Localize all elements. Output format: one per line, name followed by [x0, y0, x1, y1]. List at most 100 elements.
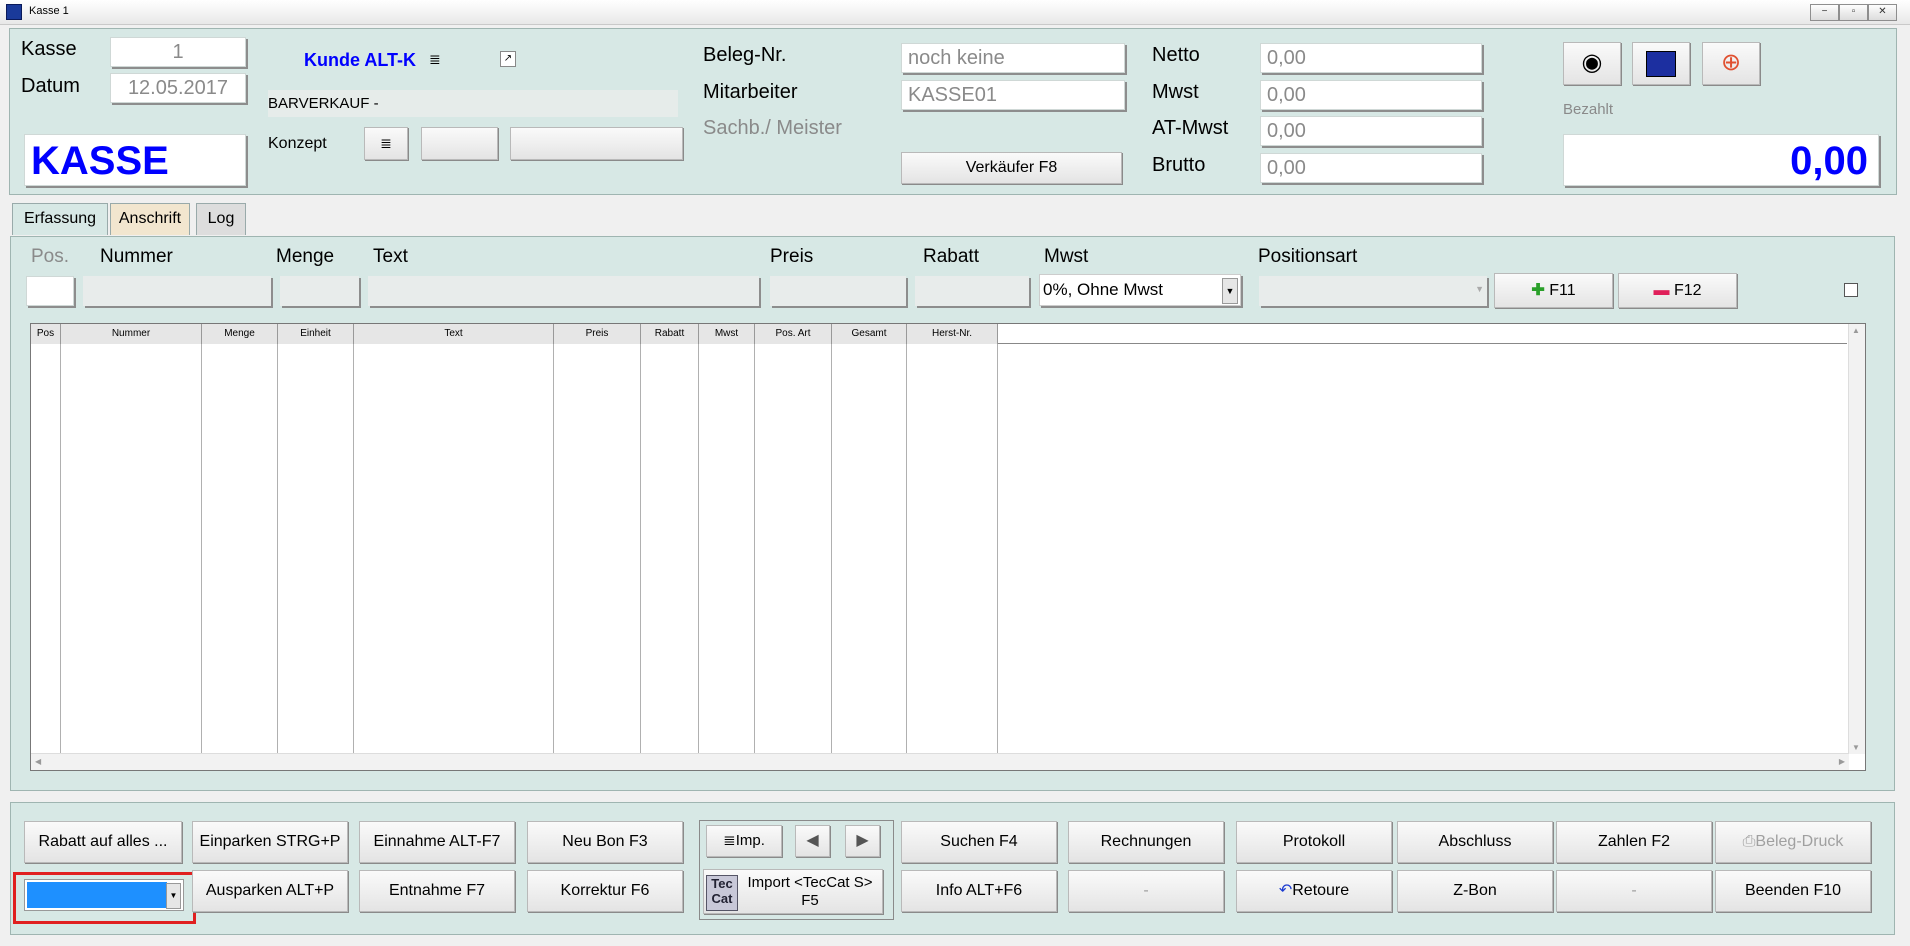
verkaeufer-button[interactable]: Verkäufer F8	[901, 152, 1122, 184]
selection-dropdown[interactable]: ▼	[24, 879, 184, 911]
column-header-menge[interactable]: Menge	[202, 324, 278, 344]
remove-position-label: F12	[1673, 282, 1702, 299]
vertical-scrollbar[interactable]: ▲ ▼	[1848, 324, 1865, 754]
triangle-left-icon: ◀	[806, 832, 819, 849]
scroll-up-icon[interactable]: ▲	[1852, 326, 1860, 335]
konzept-field-2[interactable]	[510, 127, 683, 160]
list-icon: ≣	[723, 832, 736, 849]
edit-icon[interactable]: ↗	[500, 51, 516, 67]
column-header-preis[interactable]: Preis	[554, 324, 641, 344]
undo-icon: ↶	[1278, 882, 1293, 899]
cd-tools-button[interactable]: ◉	[1563, 42, 1621, 85]
column-header-text[interactable]: Text	[354, 324, 554, 344]
rabatt-alles-button[interactable]: Rabatt auf alles ...	[24, 821, 182, 863]
add-position-button[interactable]: ✚ F11	[1494, 273, 1613, 308]
netto-label: Netto	[1152, 44, 1200, 66]
prev-button[interactable]: ◀	[795, 825, 830, 857]
scroll-left-icon[interactable]: ◀	[35, 757, 41, 766]
column-header-gesamt[interactable]: Gesamt	[832, 324, 907, 344]
chevron-down-icon[interactable]: ▼	[1222, 278, 1238, 304]
window-title: Kasse 1	[29, 5, 69, 17]
kunde-label[interactable]: Kunde ALT-K	[304, 50, 416, 71]
column-header-einheit[interactable]: Einheit	[278, 324, 354, 344]
positions-table[interactable]: Pos Nummer Menge Einheit Text Preis Raba…	[30, 323, 1866, 771]
einnahme-button[interactable]: Einnahme ALT-F7	[359, 821, 515, 863]
pos-input[interactable]	[26, 276, 74, 306]
column-header-herstnr[interactable]: Herst-Nr.	[907, 324, 998, 344]
atmwst-label: AT-Mwst	[1152, 117, 1229, 139]
kunde-menu-icon[interactable]: ≣	[429, 51, 441, 68]
preis-input[interactable]	[770, 276, 906, 306]
horizontal-scrollbar[interactable]: ◀ ▶	[31, 753, 1849, 770]
chevron-down-icon[interactable]: ▼	[166, 883, 181, 909]
menge-input[interactable]	[280, 276, 359, 306]
tab-anschrift[interactable]: Anschrift	[110, 203, 190, 235]
nummer-header: Nummer	[100, 246, 173, 267]
tab-erfassung[interactable]: Erfassung	[12, 203, 108, 235]
scroll-down-icon[interactable]: ▼	[1852, 743, 1860, 752]
imp-button[interactable]: ≣Imp.	[706, 825, 782, 857]
next-button[interactable]: ▶	[845, 825, 880, 857]
column-header-nummer[interactable]: Nummer	[61, 324, 202, 344]
minus-icon: ▬	[1653, 282, 1670, 299]
import-teccat-button[interactable]: Tec Cat Import <TecCat S> F5	[703, 869, 883, 914]
mitarbeiter-field[interactable]: KASSE01	[901, 80, 1125, 110]
mwst-select[interactable]: 0%, Ohne Mwst ▼	[1039, 274, 1241, 306]
cash-register-button[interactable]	[1632, 42, 1690, 85]
grid-line	[906, 344, 907, 754]
konzept-field-1[interactable]	[421, 127, 498, 160]
info-button[interactable]: Info ALT+F6	[901, 870, 1057, 912]
tab-log[interactable]: Log	[196, 203, 246, 235]
suchen-button[interactable]: Suchen F4	[901, 821, 1057, 863]
options-checkbox[interactable]	[1844, 283, 1858, 297]
korrektur-button[interactable]: Korrektur F6	[527, 870, 683, 912]
grid-line	[353, 344, 354, 754]
pos-header: Pos.	[31, 246, 70, 267]
empty-action-button-1[interactable]: -	[1068, 870, 1224, 912]
app-icon	[6, 4, 22, 20]
protokoll-button[interactable]: Protokoll	[1236, 821, 1392, 863]
konzept-menu-button[interactable]: ≣	[364, 127, 408, 160]
neu-bon-button[interactable]: Neu Bon F3	[527, 821, 683, 863]
rechnungen-button[interactable]: Rechnungen STRG+R	[1068, 821, 1224, 890]
zahlen-button[interactable]: Zahlen F2	[1556, 821, 1712, 863]
retoure-button[interactable]: ↶Retoure	[1236, 870, 1392, 912]
beleg-druck-button[interactable]: ⎙Beleg-Druck	[1715, 821, 1871, 863]
beleg-field[interactable]: noch keine	[901, 43, 1125, 73]
chevron-down-icon[interactable]: ▼	[1475, 284, 1484, 294]
remove-position-button[interactable]: ▬ F12	[1618, 273, 1737, 308]
abschluss-button[interactable]: Abschluss	[1397, 821, 1553, 863]
einparken-button[interactable]: Einparken STRG+P	[192, 821, 348, 863]
kasse-field[interactable]: 1	[110, 37, 246, 67]
beenden-button[interactable]: Beenden F10	[1715, 870, 1871, 912]
minimize-button[interactable]: −	[1810, 4, 1839, 21]
datum-field[interactable]: 12.05.2017	[110, 73, 246, 103]
bezahlt-field: 0,00	[1563, 134, 1879, 186]
maximize-button[interactable]: ▫	[1839, 4, 1868, 21]
menge-header: Menge	[276, 246, 335, 267]
ausparken-button[interactable]: Ausparken ALT+P	[192, 870, 348, 912]
column-header-rabatt[interactable]: Rabatt	[641, 324, 699, 344]
close-button[interactable]: ✕	[1868, 4, 1897, 21]
atmwst-field: 0,00	[1260, 116, 1482, 146]
column-header-mwst[interactable]: Mwst	[699, 324, 755, 344]
grid-line	[640, 344, 641, 754]
rabatt-input[interactable]	[915, 276, 1029, 306]
sachb-label: Sachb./ Meister	[703, 117, 842, 139]
lifebuoy-icon: ⊕	[1720, 49, 1742, 76]
mitarbeiter-label: Mitarbeiter	[703, 81, 798, 103]
mwst-field: 0,00	[1260, 80, 1482, 110]
empty-action-button-2[interactable]: -	[1556, 870, 1712, 912]
scroll-right-icon[interactable]: ▶	[1839, 757, 1845, 766]
entnahme-button[interactable]: Entnahme F7	[359, 870, 515, 912]
help-button[interactable]: ⊕	[1702, 42, 1760, 85]
nummer-input[interactable]	[83, 276, 271, 306]
grid-line	[201, 344, 202, 754]
column-header-posart[interactable]: Pos. Art	[755, 324, 832, 344]
grid-line	[997, 344, 998, 754]
column-header-pos[interactable]: Pos	[31, 324, 61, 344]
customer-field[interactable]: BARVERKAUF -	[268, 90, 678, 117]
positionsart-select[interactable]: ▼	[1259, 276, 1487, 306]
text-input[interactable]	[368, 276, 759, 306]
zbon-button[interactable]: Z-Bon	[1397, 870, 1553, 912]
